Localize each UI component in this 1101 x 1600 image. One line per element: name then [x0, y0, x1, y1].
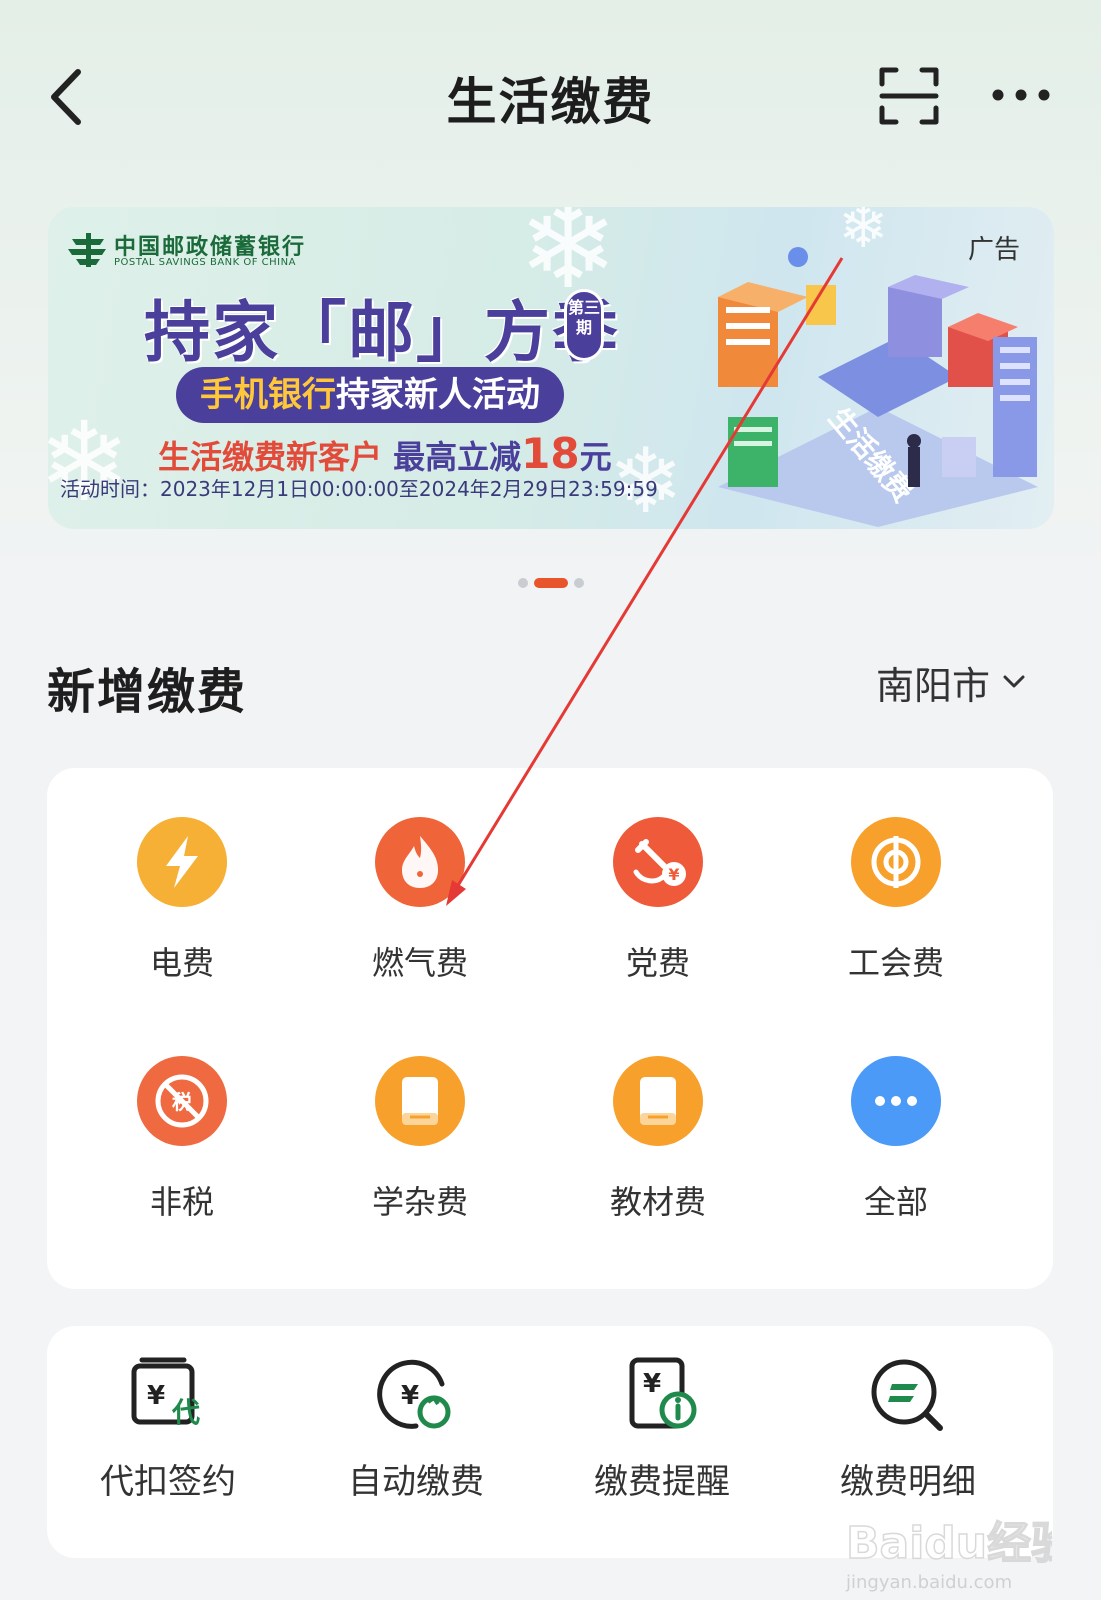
service-payment-reminder[interactable]: ¥ 缴费提醒	[552, 1356, 772, 1503]
section-title: 新增缴费	[47, 664, 248, 720]
payment-item-tuition[interactable]: 学杂费	[310, 1055, 530, 1223]
payment-item-label: 学杂费	[371, 1183, 468, 1221]
promo-offer-target: 生活缴费新客户	[158, 438, 383, 476]
payment-item-label: 教材费	[609, 1183, 706, 1221]
payment-detail-icon	[871, 1359, 943, 1431]
svg-text:¥: ¥	[643, 1369, 661, 1399]
service-label: 缴费提醒	[594, 1462, 730, 1502]
chevron-down-icon	[1003, 675, 1025, 688]
payment-item-union-dues[interactable]: 工会费	[786, 816, 1006, 984]
more-button[interactable]	[990, 80, 1052, 110]
payment-item-label: 工会费	[847, 944, 944, 982]
svg-text:¥: ¥	[401, 1381, 419, 1411]
service-proxy-debit[interactable]: ¥ 代 代扣签约	[58, 1356, 278, 1503]
promo-subtitle: 手机银行持家新人活动	[176, 367, 564, 423]
book-icon	[375, 1056, 465, 1146]
more-icon	[851, 1056, 941, 1146]
auto-pay-icon: ¥	[377, 1359, 451, 1429]
service-label: 自动缴费	[348, 1462, 484, 1502]
svg-text:¥: ¥	[147, 1381, 165, 1411]
promo-offer-label: 最高立减	[393, 438, 522, 476]
promo-title: 持家「邮」方季	[144, 294, 620, 371]
promo-offer: 生活缴费新客户 最高立减18元	[158, 429, 612, 478]
tax-icon: 税	[137, 1056, 227, 1146]
city-selector[interactable]: 南阳市	[876, 656, 1026, 708]
carousel-dot[interactable]	[517, 578, 528, 588]
scan-icon	[879, 67, 939, 125]
promo-subtitle-highlight: 手机银行	[200, 375, 336, 415]
promo-time: 活动时间：2023年12月1日00:00:00至2024年2月29日23:59:…	[60, 477, 658, 501]
bank-name-en: POSTAL SAVINGS BANK OF CHINA	[114, 257, 296, 268]
svg-text:¥: ¥	[668, 865, 679, 884]
promo-offer-amount: 18	[521, 429, 580, 478]
services-card: ¥ 代 代扣签约 ¥ 自动缴费 ¥ 缴费提醒 缴费明细	[47, 1326, 1053, 1558]
promo-banner[interactable]: ❄ ❄ ❄ ❄ 中国邮政储蓄银行 POSTAL SAVINGS BANK OF …	[48, 207, 1054, 529]
payment-item-textbook[interactable]: 教材费	[548, 1055, 768, 1223]
carousel-dot[interactable]	[573, 578, 584, 588]
top-nav-bar: 生活缴费	[0, 0, 1101, 190]
payment-item-party-dues[interactable]: ¥ 党费	[548, 816, 768, 984]
payment-item-label: 非税	[149, 1183, 214, 1221]
bank-logo-icon	[68, 233, 106, 267]
promo-badge: 第三期	[564, 289, 604, 361]
more-horizontal-icon	[992, 89, 1050, 101]
payment-item-all[interactable]: 全部	[786, 1055, 1006, 1223]
carousel-dot-active[interactable]	[533, 578, 568, 588]
payment-item-label: 电费	[149, 944, 214, 982]
payment-item-label: 全部	[863, 1183, 928, 1221]
flame-icon	[375, 817, 465, 907]
scan-button[interactable]	[878, 66, 940, 126]
payment-reminder-icon: ¥	[629, 1357, 697, 1429]
city-label: 南阳市	[876, 663, 991, 708]
svg-text:税: 税	[172, 1090, 192, 1114]
payment-item-non-tax[interactable]: 税 非税	[72, 1055, 292, 1223]
party-emblem-icon: ¥	[613, 817, 703, 907]
carousel-indicator	[0, 578, 1101, 588]
service-auto-pay[interactable]: ¥ 自动缴费	[306, 1356, 526, 1503]
payment-types-card: 电费 燃气费 ¥ 党费 工会费 税 非税 学杂费 教材费 全部	[47, 768, 1053, 1289]
proxy-debit-icon: ¥ 代	[131, 1357, 200, 1429]
service-label: 缴费明细	[840, 1462, 976, 1502]
textbook-icon	[613, 1056, 703, 1146]
service-label: 代扣签约	[100, 1462, 236, 1502]
city-illustration: 生活缴费	[718, 247, 1038, 527]
payment-item-gas[interactable]: 燃气费	[310, 816, 530, 984]
watermark-url: jingyan.baidu.com	[845, 1572, 1012, 1593]
promo-offer-unit: 元	[579, 438, 612, 476]
lightning-icon	[137, 817, 227, 907]
payment-item-label: 党费	[625, 944, 690, 982]
payment-item-electricity[interactable]: 电费	[72, 816, 292, 984]
service-payment-detail[interactable]: 缴费明细	[798, 1356, 1018, 1503]
promo-subtitle-text: 持家新人活动	[336, 375, 540, 415]
union-emblem-icon	[851, 817, 941, 907]
payment-item-label: 燃气费	[371, 944, 468, 982]
svg-text:代: 代	[171, 1396, 200, 1429]
